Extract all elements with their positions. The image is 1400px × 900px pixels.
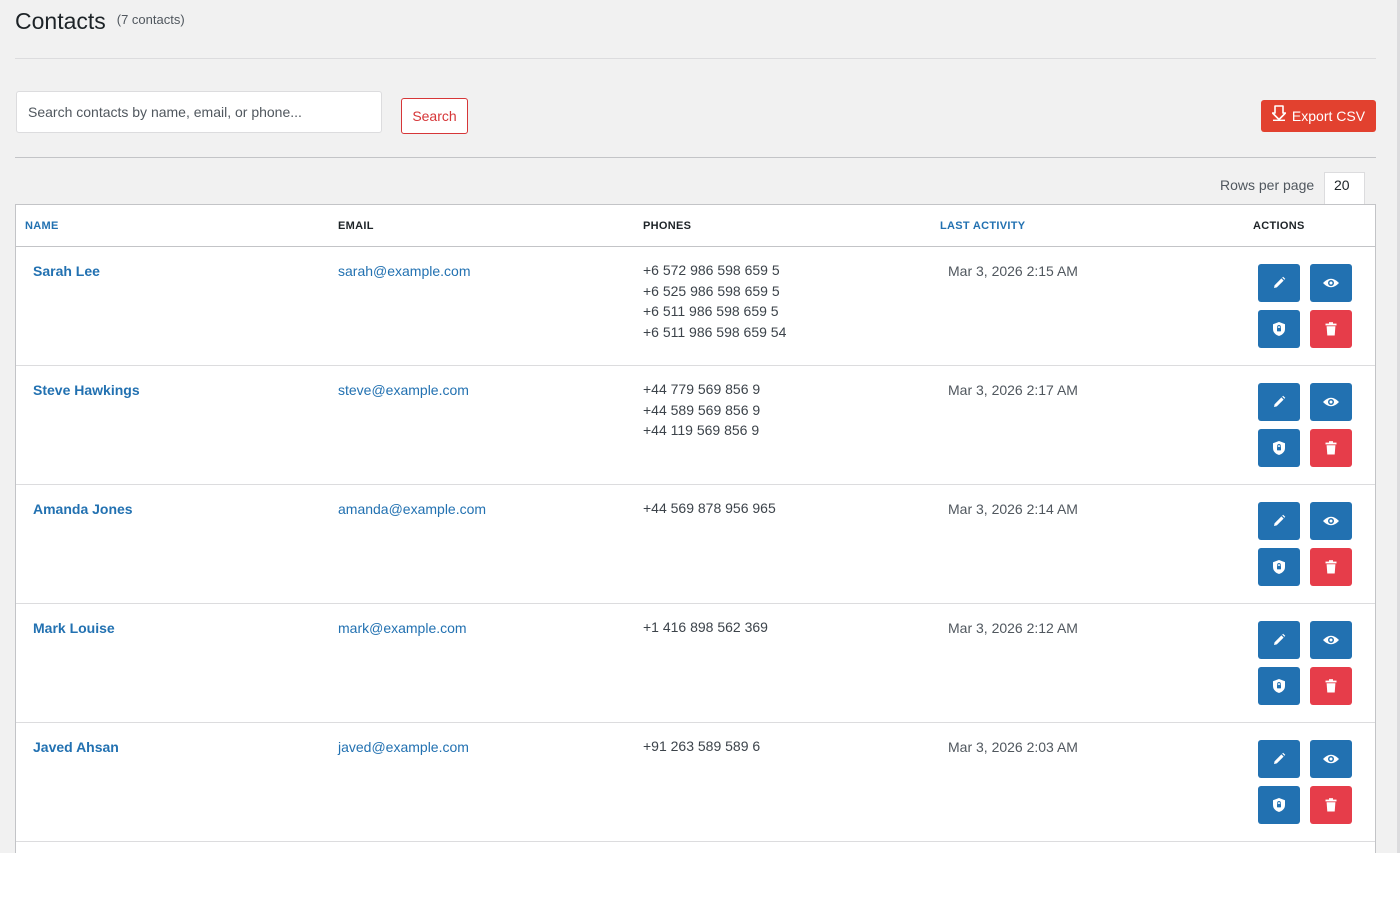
column-header-name[interactable]: NAME (25, 220, 59, 232)
last-activity: Mar 3, 2026 2:17 AM (948, 382, 1078, 398)
pencil-icon (1272, 276, 1286, 290)
edit-button[interactable] (1258, 740, 1300, 778)
table-row: Javed Ahsan javed@example.com +91 263 589 … (16, 723, 1375, 842)
edit-button[interactable] (1258, 264, 1300, 302)
contacts-page: Contacts (7 contacts) Search Export CSV … (0, 0, 1400, 853)
contact-count: (7 contacts) (116, 12, 185, 27)
contact-email-link[interactable]: mark@example.com (338, 620, 467, 636)
divider (15, 58, 1376, 59)
last-activity: Mar 3, 2026 2:15 AM (948, 263, 1078, 279)
page-title: Contacts (15, 8, 106, 34)
shield-icon (1272, 797, 1286, 813)
divider (15, 157, 1376, 158)
table-header: NAME EMAIL PHONES LAST ACTIVITY ACTIONS (16, 205, 1375, 247)
view-button[interactable] (1310, 264, 1352, 302)
edit-button[interactable] (1258, 502, 1300, 540)
export-csv-button[interactable]: Export CSV (1261, 100, 1376, 132)
eye-icon (1322, 277, 1340, 289)
title-row: Contacts (7 contacts) (15, 8, 185, 35)
rows-per-page-label: Rows per page (1220, 177, 1315, 193)
trash-icon (1325, 679, 1337, 693)
shield-icon (1272, 321, 1286, 337)
phone-number: +6 525 986 598 659 5 (643, 282, 780, 299)
delete-button[interactable] (1310, 667, 1352, 705)
contact-email-link[interactable]: javed@example.com (338, 739, 469, 755)
contact-phones: +6 572 986 598 659 5 +6 525 986 598 659 5… (643, 260, 786, 342)
permissions-button[interactable] (1258, 429, 1300, 467)
table-row: Steve Hawkings steve@example.com +44 779 5… (16, 366, 1375, 485)
edit-button[interactable] (1258, 621, 1300, 659)
delete-button[interactable] (1310, 548, 1352, 586)
view-button[interactable] (1310, 621, 1352, 659)
contact-email-link[interactable]: amanda@example.com (338, 501, 486, 517)
last-activity: Mar 3, 2026 2:14 AM (948, 501, 1078, 517)
eye-icon (1322, 634, 1340, 646)
delete-button[interactable] (1310, 429, 1352, 467)
pencil-icon (1272, 752, 1286, 766)
contact-email-link[interactable]: steve@example.com (338, 382, 469, 398)
trash-icon (1325, 560, 1337, 574)
shield-icon (1272, 440, 1286, 456)
pencil-icon (1272, 395, 1286, 409)
permissions-button[interactable] (1258, 548, 1300, 586)
contact-name-link[interactable]: Sarah Lee (33, 263, 100, 279)
contact-email-link[interactable]: sarah@example.com (338, 263, 471, 279)
phone-number: +6 572 986 598 659 5 (643, 262, 780, 278)
trash-icon (1325, 322, 1337, 336)
last-activity: Mar 3, 2026 2:03 AM (948, 739, 1078, 755)
view-button[interactable] (1310, 740, 1352, 778)
eye-icon (1322, 396, 1340, 408)
contact-phones: +44 569 878 956 965 (643, 498, 776, 519)
contact-phones: +91 263 589 589 6 (643, 736, 760, 757)
search-input[interactable] (16, 91, 382, 133)
phone-number: +44 569 878 956 965 (643, 500, 776, 516)
contact-phones: +1 416 898 562 369 (643, 617, 768, 638)
column-header-email: EMAIL (338, 220, 374, 232)
phone-number: +6 511 986 598 659 54 (643, 323, 787, 340)
column-header-phones: PHONES (643, 220, 692, 232)
contact-phones: +44 779 569 856 9 +44 589 569 856 9 +44 11… (643, 379, 760, 441)
pencil-icon (1272, 514, 1286, 528)
phone-number: +91 263 589 589 6 (643, 738, 761, 754)
permissions-button[interactable] (1258, 310, 1300, 348)
shield-icon (1272, 678, 1286, 694)
trash-icon (1325, 441, 1337, 455)
column-header-actions: ACTIONS (1253, 220, 1305, 232)
delete-button[interactable] (1310, 786, 1352, 824)
view-button[interactable] (1310, 502, 1352, 540)
search-button[interactable]: Search (401, 98, 468, 134)
phone-number: +6 511 986 598 659 5 (643, 303, 779, 319)
shield-icon (1272, 559, 1286, 575)
last-activity: Mar 3, 2026 2:12 AM (948, 620, 1078, 636)
eye-icon (1322, 515, 1340, 527)
table-row: Mark Louise mark@example.com +1 416 898 56… (16, 604, 1375, 723)
export-csv-label: Export CSV (1291, 108, 1366, 124)
table-row: Amanda Jones amanda@example.com +44 569 87… (16, 485, 1375, 604)
download-icon (1271, 105, 1286, 121)
delete-button[interactable] (1310, 310, 1352, 348)
contact-name-link[interactable]: Mark Louise (33, 620, 115, 636)
permissions-button[interactable] (1258, 667, 1300, 705)
table-row: Sarah Lee sarah@example.com +6 572 986 598… (16, 247, 1375, 366)
view-button[interactable] (1310, 383, 1352, 421)
rows-per-page-input[interactable]: 20 (1324, 172, 1365, 205)
contact-name-link[interactable]: Amanda Jones (33, 501, 133, 517)
phone-number: +44 589 569 856 9 (643, 401, 761, 418)
permissions-button[interactable] (1258, 786, 1300, 824)
pencil-icon (1272, 633, 1286, 647)
phone-number: +44 779 569 856 9 (643, 381, 761, 397)
edit-button[interactable] (1258, 383, 1300, 421)
phone-number: +44 119 569 856 9 (643, 422, 760, 438)
table-body: Sarah Lee sarah@example.com +6 572 986 598… (16, 247, 1375, 842)
phone-number: +1 416 898 562 369 (643, 619, 768, 635)
eye-icon (1322, 753, 1340, 765)
contacts-table: NAME EMAIL PHONES LAST ACTIVITY ACTIONS … (15, 204, 1376, 853)
contact-name-link[interactable]: Javed Ahsan (33, 739, 119, 755)
contact-name-link[interactable]: Steve Hawkings (33, 382, 140, 398)
column-header-last-activity[interactable]: LAST ACTIVITY (940, 220, 1025, 232)
trash-icon (1325, 798, 1337, 812)
